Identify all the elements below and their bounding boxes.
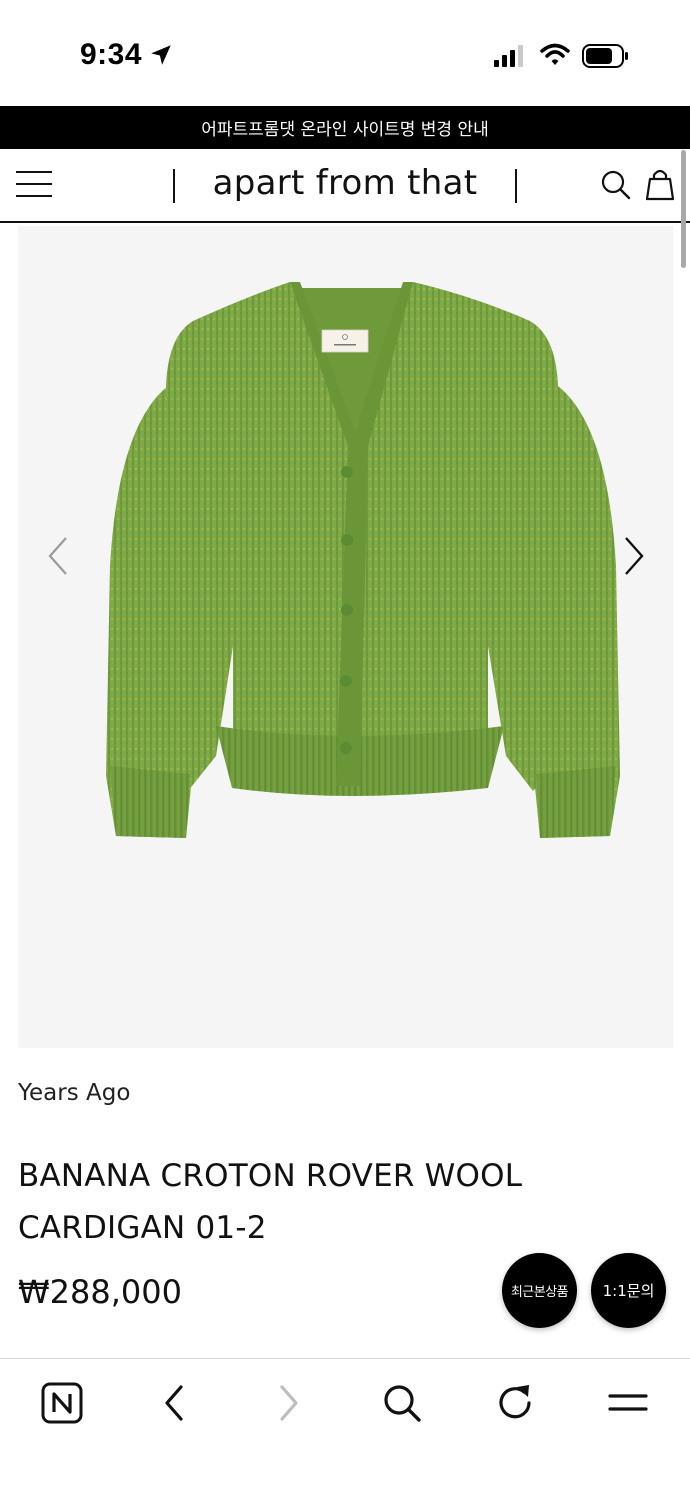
site-header: apart from that — [0, 149, 690, 223]
menu-icon[interactable] — [606, 1381, 650, 1425]
naver-home-icon[interactable] — [40, 1381, 84, 1425]
back-arrow-icon[interactable] — [153, 1381, 197, 1425]
brand-divider — [173, 169, 175, 203]
product-title: BANANA CROTON ROVER WOOL CARDIGAN 01-2 — [18, 1158, 523, 1246]
shopping-bag-icon[interactable] — [645, 167, 675, 201]
chevron-left-icon[interactable] — [44, 534, 74, 578]
status-bar: 9:34 — [0, 0, 690, 106]
brand-divider — [515, 169, 517, 203]
recently-viewed-label: 최근본상품 — [510, 1285, 569, 1300]
cellular-signal-icon — [494, 45, 523, 67]
location-arrow-icon — [151, 45, 171, 65]
product-image — [106, 282, 620, 838]
forward-arrow-icon[interactable] — [266, 1381, 310, 1425]
search-icon[interactable] — [380, 1381, 424, 1425]
menu-line — [16, 183, 52, 185]
search-icon[interactable] — [600, 169, 632, 201]
menu-line — [16, 195, 52, 197]
wifi-icon — [540, 43, 570, 65]
page-scrollbar[interactable] — [681, 150, 686, 268]
product-image-slider[interactable] — [18, 226, 673, 1048]
product-brand[interactable]: Years Ago — [18, 1080, 130, 1106]
notice-banner[interactable]: 어파트프롬댓 온라인 사이트명 변경 안내 — [0, 106, 690, 149]
menu-line — [16, 171, 52, 173]
recently-viewed-button[interactable]: 최근본상품 — [502, 1253, 577, 1328]
battery-icon — [582, 44, 628, 68]
brand-logo[interactable]: apart from that — [176, 163, 514, 203]
inquiry-label: 1:1문의 — [602, 1282, 655, 1300]
browser-toolbar — [0, 1358, 690, 1500]
hamburger-menu-button[interactable] — [16, 171, 54, 201]
notice-text[interactable]: 어파트프롬댓 온라인 사이트명 변경 안내 — [201, 115, 489, 140]
reload-icon[interactable] — [493, 1381, 537, 1425]
inquiry-button[interactable]: 1:1문의 — [591, 1253, 666, 1328]
status-time: 9:34 — [80, 38, 143, 71]
chevron-right-icon[interactable] — [618, 534, 648, 578]
product-price: ₩288,000 — [18, 1273, 182, 1311]
